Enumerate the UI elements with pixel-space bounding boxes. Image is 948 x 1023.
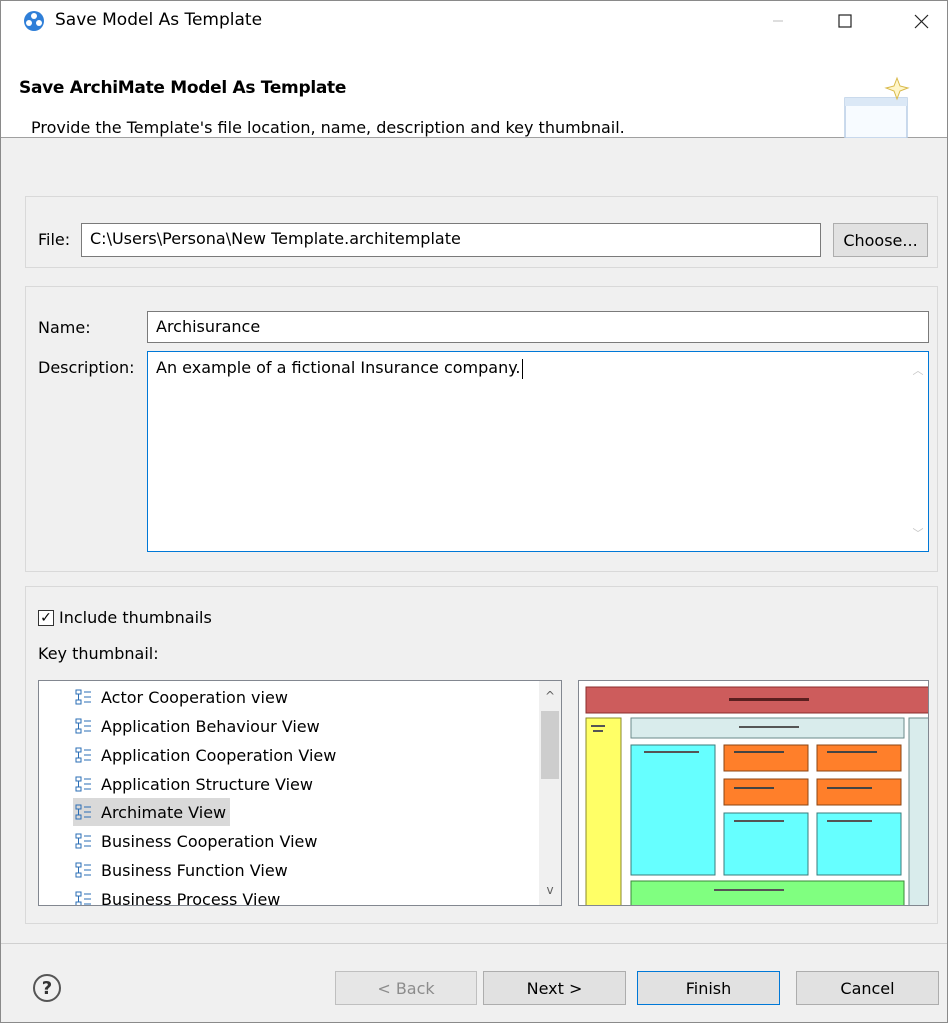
archimate-view-thumbnail: [585, 686, 928, 905]
minimize-icon[interactable]: [755, 1, 801, 41]
tree-item-label: Business Process View: [101, 889, 281, 906]
finish-button[interactable]: Finish: [637, 971, 780, 1005]
key-thumbnail-label: Key thumbnail:: [38, 644, 159, 663]
include-thumbnails-label: Include thumbnails: [59, 608, 212, 627]
scroll-down-icon[interactable]: ﹀: [908, 523, 928, 543]
tree-item-business-cooperation-view[interactable]: Business Cooperation View: [75, 827, 317, 855]
views-tree[interactable]: Actor Cooperation view Application Behav…: [38, 680, 562, 906]
tree-item-label: Business Cooperation View: [101, 831, 318, 851]
save-template-dialog: Save Model As Template Save ArchiMate Mo…: [0, 0, 948, 1023]
diagram-view-icon: [75, 747, 91, 762]
description-textarea[interactable]: An example of a fictional Insurance comp…: [147, 351, 929, 552]
close-icon[interactable]: [898, 1, 944, 41]
tree-item-label: Application Cooperation View: [101, 745, 337, 765]
name-label: Name:: [38, 318, 91, 337]
maximize-icon[interactable]: [822, 1, 868, 41]
tree-item-label: Actor Cooperation view: [101, 687, 288, 707]
description-text: An example of a fictional Insurance comp…: [156, 358, 521, 377]
name-input[interactable]: Archisurance: [147, 311, 929, 343]
tree-item-label: Application Structure View: [101, 774, 313, 794]
choose-file-button[interactable]: Choose...: [833, 223, 928, 257]
file-path-input[interactable]: C:\Users\Persona\New Template.architempl…: [81, 223, 821, 257]
scroll-up-icon[interactable]: ^: [539, 685, 561, 707]
tree-item-business-process-view[interactable]: Business Process View: [75, 885, 281, 906]
button-bar-separator: [1, 943, 947, 944]
diagram-view-icon: [75, 833, 91, 848]
title-bar: Save Model As Template: [1, 1, 947, 41]
tree-item-application-behaviour-view[interactable]: Application Behaviour View: [75, 712, 320, 740]
archi-app-icon: [24, 11, 44, 31]
cancel-button[interactable]: Cancel: [796, 971, 939, 1005]
page-description: Provide the Template's file location, na…: [31, 118, 625, 137]
description-label: Description:: [38, 358, 135, 377]
tree-item-business-function-view[interactable]: Business Function View: [75, 856, 288, 884]
diagram-view-icon: [75, 689, 91, 704]
tree-scrollbar[interactable]: ^ v: [539, 681, 561, 905]
scrollbar-thumb[interactable]: [541, 711, 559, 779]
text-caret: [521, 358, 523, 379]
tree-item-application-cooperation-view[interactable]: Application Cooperation View: [75, 741, 336, 769]
page-title: Save ArchiMate Model As Template: [19, 78, 347, 98]
scroll-up-icon[interactable]: ︿: [908, 360, 928, 380]
description-scrollbar[interactable]: ︿ ﹀: [908, 352, 928, 551]
include-thumbnails-checkbox[interactable]: ✓ Include thumbnails: [38, 608, 212, 627]
diagram-view-icon: [75, 891, 91, 905]
window-title: Save Model As Template: [55, 10, 263, 30]
checkbox-checked-icon[interactable]: ✓: [38, 609, 54, 626]
tree-item-archimate-view[interactable]: Archimate View: [73, 798, 231, 826]
file-label: File:: [38, 230, 71, 249]
tree-item-label: Application Behaviour View: [101, 716, 320, 736]
back-button[interactable]: < Back: [335, 971, 477, 1005]
diagram-view-icon: [75, 804, 91, 819]
tree-item-actor-cooperation-view[interactable]: Actor Cooperation view: [75, 683, 288, 711]
thumbnail-preview: [578, 680, 929, 906]
diagram-view-icon: [75, 718, 91, 733]
scroll-down-icon[interactable]: v: [539, 879, 561, 901]
help-icon[interactable]: ?: [33, 974, 61, 1002]
diagram-view-icon: [75, 776, 91, 791]
tree-item-label: Archimate View: [101, 802, 227, 822]
diagram-view-icon: [75, 862, 91, 877]
tree-item-label: Business Function View: [101, 860, 288, 880]
wizard-banner: Save ArchiMate Model As Template Provide…: [1, 41, 947, 138]
template-wizard-icon: [844, 76, 910, 138]
tree-item-application-structure-view[interactable]: Application Structure View: [75, 770, 313, 798]
next-button[interactable]: Next >: [483, 971, 626, 1005]
